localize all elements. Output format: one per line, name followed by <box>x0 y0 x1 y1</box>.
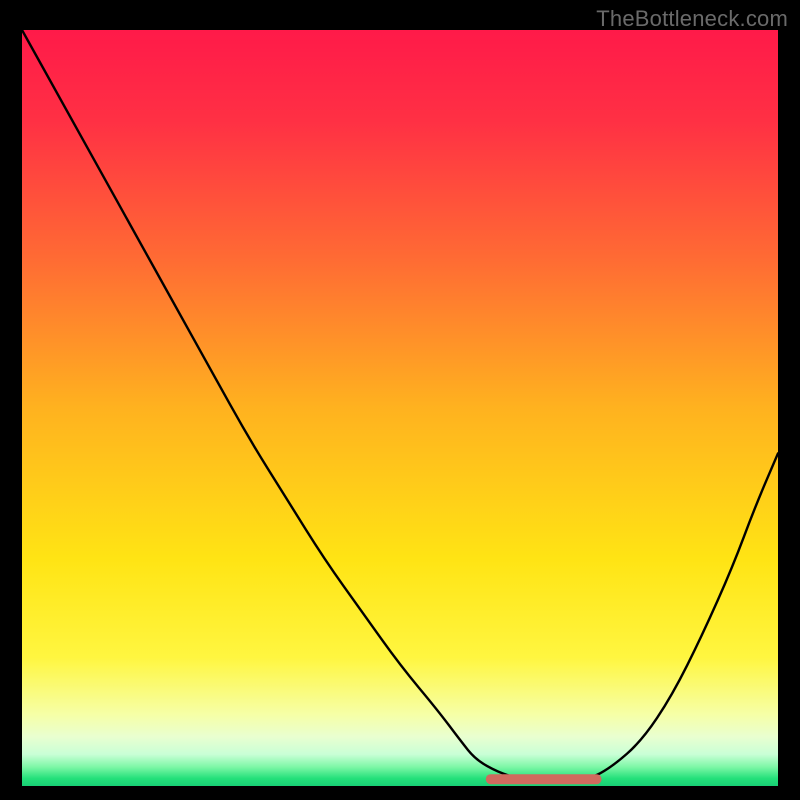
chart-stage: TheBottleneck.com <box>0 0 800 800</box>
chart-svg <box>22 30 778 786</box>
plot-area <box>22 30 778 786</box>
watermark-text: TheBottleneck.com <box>596 6 788 32</box>
gradient-background <box>22 30 778 786</box>
